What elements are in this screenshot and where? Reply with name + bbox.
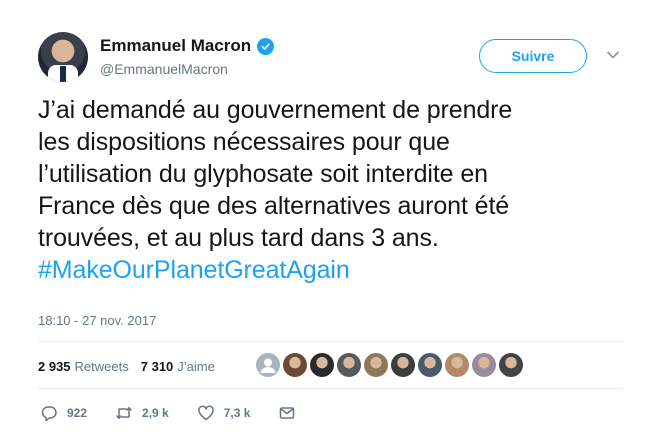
like-button[interactable]: 7,3 k <box>197 404 251 422</box>
reply-count: 922 <box>67 406 88 420</box>
default-avatar-icon[interactable] <box>256 353 280 377</box>
reply-icon <box>41 406 57 422</box>
tweet-stats: 2 935 Retweets 7 310 J’aime <box>38 359 227 374</box>
liker-avatar[interactable] <box>418 353 442 377</box>
author-avatar[interactable] <box>38 32 88 82</box>
liker-avatar[interactable] <box>472 353 496 377</box>
retweets-count[interactable]: 2 935 <box>38 359 71 374</box>
tweet-text-line: les dispositions nécessaires pour que <box>38 128 450 156</box>
heart-icon <box>197 405 214 421</box>
tweet-timestamp[interactable]: 18:10 - 27 nov. 2017 <box>38 313 156 328</box>
tweet-text-line: J’ai demandé au gouvernement de prendre <box>38 96 513 124</box>
divider <box>38 388 623 389</box>
liker-avatar[interactable] <box>499 353 523 377</box>
author-handle[interactable]: @EmmanuelMacron <box>100 61 228 77</box>
liker-avatar[interactable] <box>391 353 415 377</box>
reply-button[interactable]: 922 <box>40 404 87 422</box>
likes-label[interactable]: J’aime <box>177 359 215 374</box>
like-count: 7,3 k <box>223 406 251 420</box>
retweet-icon <box>116 406 132 420</box>
tweet-text-line: trouvées, et au plus tard dans 3 ans. <box>38 224 439 252</box>
verified-badge-icon <box>257 37 275 55</box>
hashtag-link[interactable]: #MakeOurPlanetGreatAgain <box>38 254 638 286</box>
tweet-text-line: l’utilisation du glyphosate soit interdi… <box>38 160 488 188</box>
tweet-text-line: France dès que des alternatives auront é… <box>38 192 510 220</box>
liker-avatars <box>256 353 523 377</box>
envelope-icon <box>280 407 295 419</box>
retweets-label[interactable]: Retweets <box>75 359 129 374</box>
liker-avatar[interactable] <box>310 353 334 377</box>
liker-avatar[interactable] <box>337 353 361 377</box>
liker-avatar[interactable] <box>283 353 307 377</box>
author-name[interactable]: Emmanuel Macron <box>100 36 251 56</box>
tweet-actions: 922 2,9 k 7,3 k <box>40 404 324 422</box>
divider <box>38 341 623 342</box>
liker-avatar[interactable] <box>364 353 388 377</box>
chevron-down-icon[interactable] <box>606 50 620 60</box>
direct-message-button[interactable] <box>278 404 296 422</box>
tweet-text: J’ai demandé au gouvernement de prendre … <box>38 94 638 286</box>
likes-count[interactable]: 7 310 <box>141 359 174 374</box>
liker-avatar[interactable] <box>445 353 469 377</box>
retweet-button[interactable]: 2,9 k <box>115 404 169 422</box>
follow-button[interactable]: Suivre <box>479 39 587 73</box>
retweet-count: 2,9 k <box>142 406 169 420</box>
author-name-row: Emmanuel Macron <box>100 36 275 56</box>
